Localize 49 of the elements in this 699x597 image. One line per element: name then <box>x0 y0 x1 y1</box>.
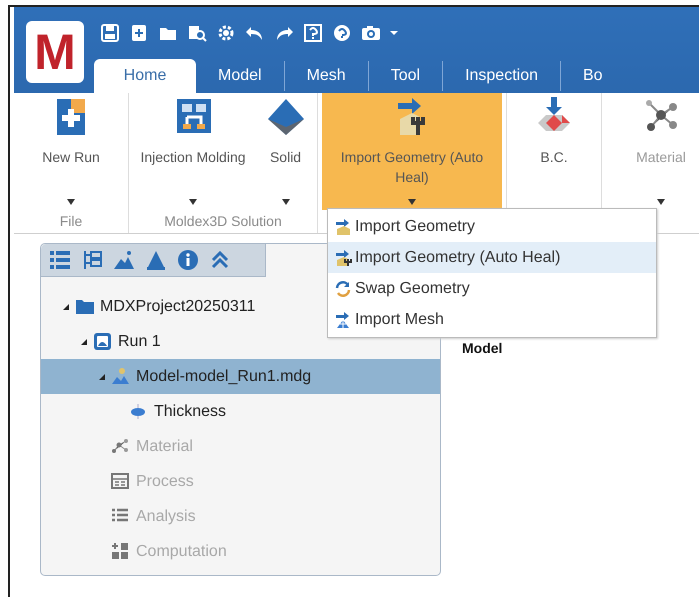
help-document-icon[interactable] <box>303 23 323 43</box>
ribbon-tab[interactable]: Inspection <box>443 59 560 93</box>
pyramid-icon <box>266 97 306 137</box>
help-icon[interactable] <box>332 23 352 43</box>
thickness-icon <box>129 402 148 421</box>
new-file-icon[interactable] <box>129 23 149 43</box>
cone-icon[interactable] <box>145 249 167 271</box>
expander-icon[interactable] <box>81 338 87 344</box>
import-geometry-icon <box>334 218 352 236</box>
ribbon-tab[interactable]: Tool <box>368 59 442 93</box>
group-label: File <box>60 212 82 231</box>
viewport-label: Model <box>462 340 502 356</box>
swap-icon <box>334 280 352 298</box>
import-geometry-icon <box>334 248 352 266</box>
process-icon <box>111 472 130 491</box>
ribbon-tab[interactable]: Home <box>94 59 196 93</box>
ribbon-tab[interactable]: Bo <box>561 59 625 93</box>
ribbon-tab[interactable]: Mesh <box>284 59 368 93</box>
menu-item[interactable]: Swap Geometry <box>328 273 656 304</box>
menu-item[interactable]: Import Geometry (Auto Heal) <box>328 242 656 273</box>
run-icon <box>93 332 112 351</box>
menu-item[interactable]: Import Geometry <box>328 211 656 242</box>
computation-icon <box>111 542 130 561</box>
molecule-icon <box>111 437 130 456</box>
ribbon-button[interactable]: Solid <box>260 93 312 210</box>
menu-item[interactable]: Import Mesh <box>328 304 656 335</box>
group-label: Moldex3D Solution <box>164 212 282 231</box>
file-search-icon[interactable] <box>187 23 207 43</box>
collapse-icon[interactable] <box>209 249 231 271</box>
camera-icon[interactable] <box>361 23 381 43</box>
import-mesh-icon <box>334 310 352 328</box>
expander-icon[interactable] <box>63 304 69 310</box>
folder-icon <box>75 297 94 316</box>
tree-item[interactable]: Thickness <box>41 394 440 429</box>
ribbon-button[interactable]: Injection Molding <box>134 93 252 210</box>
ribbon-tab[interactable]: Model <box>196 59 284 93</box>
info-icon[interactable] <box>177 249 199 271</box>
settings-icon[interactable] <box>216 23 236 43</box>
hierarchy-icon[interactable] <box>81 249 103 271</box>
app-logo[interactable]: M <box>26 21 84 83</box>
model-icon <box>111 367 130 386</box>
tree-item[interactable]: Model-model_Run1.mdg <box>41 359 440 394</box>
expander-icon[interactable] <box>99 374 105 380</box>
list-icon[interactable] <box>49 249 71 271</box>
save-icon[interactable] <box>100 23 120 43</box>
ribbon-button[interactable]: Import Geometry (Auto Heal) <box>322 93 502 210</box>
ribbon-button[interactable]: New Run <box>36 93 106 210</box>
mountain-icon[interactable] <box>113 249 135 271</box>
caret-icon[interactable] <box>390 31 398 35</box>
